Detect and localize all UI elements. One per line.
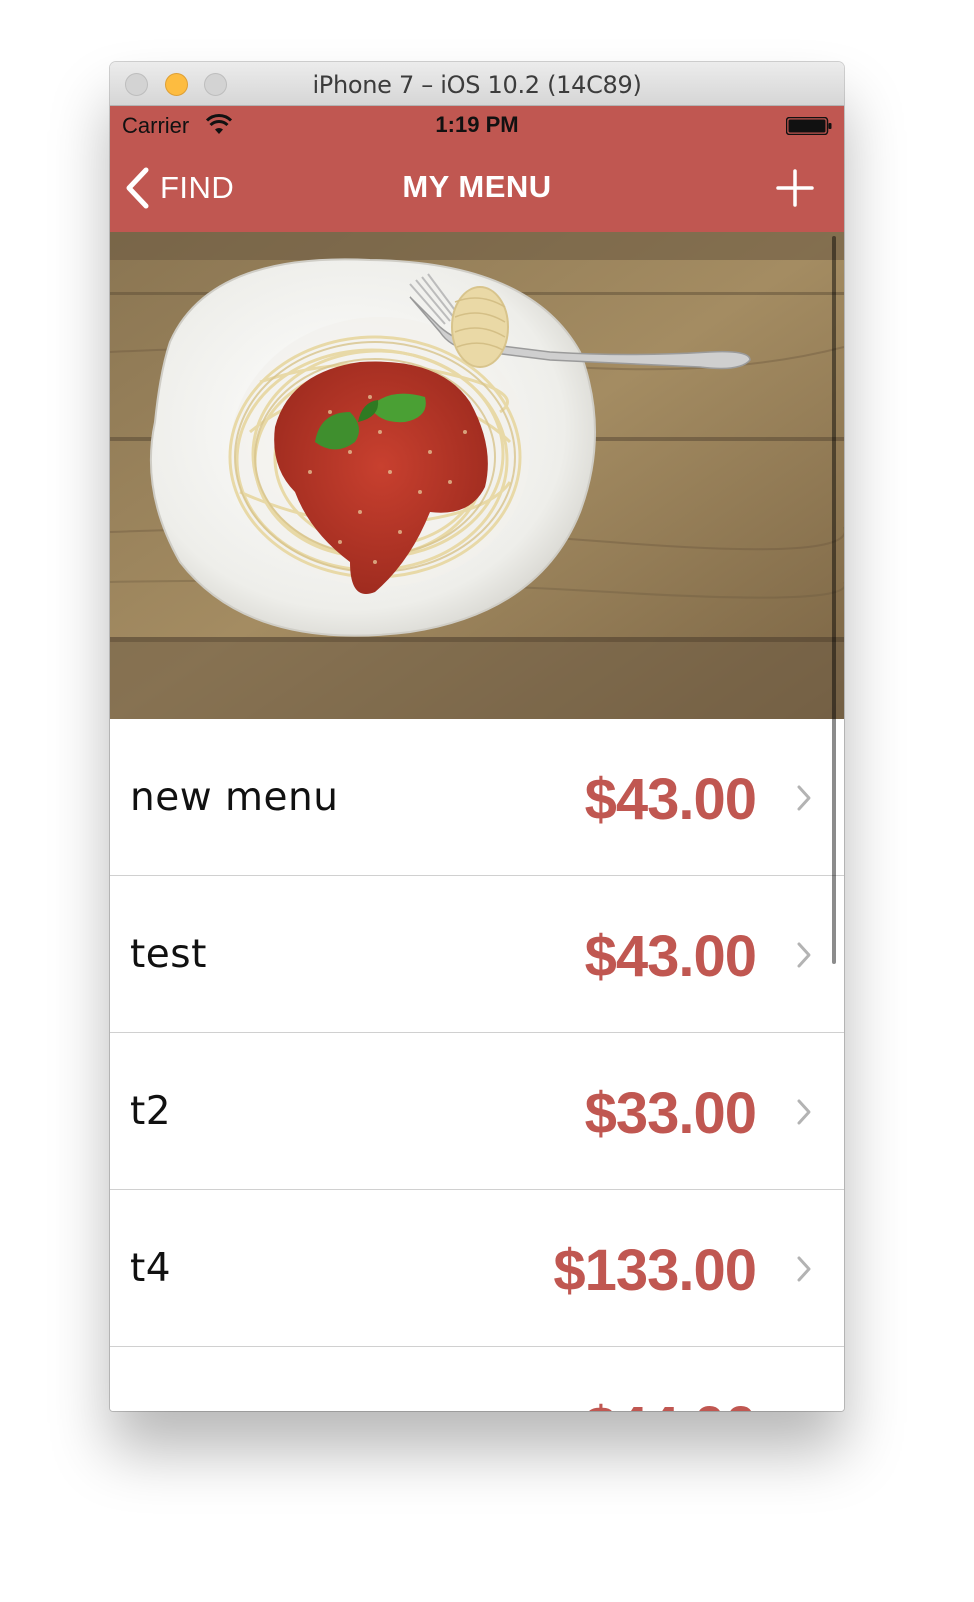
menu-item-price: $44.00 — [585, 1394, 757, 1411]
chevron-right-icon — [797, 1256, 811, 1282]
menu-item-name: new menu — [130, 775, 339, 820]
plus-icon[interactable] — [776, 169, 814, 207]
list-item[interactable]: t2 $33.00 — [110, 1033, 844, 1190]
menu-item-name: t4 — [130, 1246, 172, 1291]
spaghetti-plate-photo — [110, 232, 844, 719]
chevron-right-icon — [797, 785, 811, 811]
status-bar: Carrier 1:19 PM — [110, 106, 844, 146]
menu-item-price: $33.00 — [584, 1081, 757, 1146]
navigation-bar: FIND MY MENU — [110, 146, 844, 232]
menu-item-price: $43.00 — [584, 924, 757, 989]
list-item[interactable]: new menu $43.00 — [110, 719, 844, 876]
window-titlebar: iPhone 7 – iOS 10.2 (14C89) — [110, 62, 844, 106]
menu-item-name: test — [130, 932, 207, 977]
battery-icon — [786, 117, 832, 135]
simulator-window: iPhone 7 – iOS 10.2 (14C89) Carrier 1:19… — [110, 62, 844, 1411]
page-title: MY MENU — [402, 169, 552, 204]
menu-list: new menu $43.00 test $43.00 t2 $33.00 t4… — [110, 719, 844, 1411]
window-title: iPhone 7 – iOS 10.2 (14C89) — [312, 71, 642, 99]
phone-screen: Carrier 1:19 PM FIND MY MENU new menu $4… — [110, 106, 844, 1411]
hero-food-image — [110, 232, 844, 719]
scroll-indicator[interactable] — [832, 236, 836, 964]
status-time: 1:19 PM — [435, 112, 519, 137]
chevron-right-icon — [797, 1099, 811, 1125]
menu-item-price: $43.00 — [584, 767, 757, 832]
list-item[interactable]: test $43.00 — [110, 876, 844, 1033]
menu-item-name: t2 — [130, 1089, 172, 1134]
list-item[interactable]: $44.00 — [110, 1347, 844, 1411]
menu-item-price: $133.00 — [553, 1238, 757, 1303]
list-item[interactable]: t4 $133.00 — [110, 1190, 844, 1347]
chevron-right-icon — [797, 942, 811, 968]
